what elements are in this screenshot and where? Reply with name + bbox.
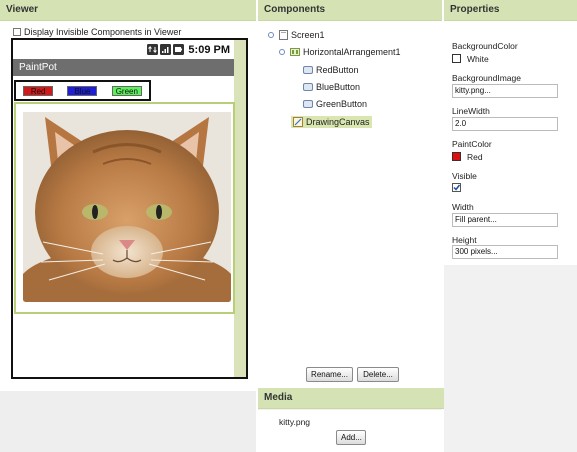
height-label: Height [452,235,477,245]
rename-button[interactable]: Rename... [306,367,353,382]
viewer-panel: Viewer Display Invisible Components in V… [0,0,256,452]
horizontal-arrangement-preview: Red Blue Green [14,80,151,101]
paint-color-value[interactable]: Red [467,152,483,162]
media-area: kitty.png Add... [258,410,442,452]
background-color-swatch[interactable] [452,54,461,63]
phone-preview: 5:09 PM PaintPot Red Blue Green [11,38,248,379]
add-media-button[interactable]: Add... [336,430,366,445]
components-tree-area [258,21,442,388]
width-label: Width [452,202,474,212]
horizontal-arrangement-icon [290,48,300,56]
visible-checkbox[interactable] [452,183,461,192]
tree-label-drawing-canvas: DrawingCanvas [306,117,370,127]
tree-label-green-button: GreenButton [316,99,368,109]
tree-label-screen1: Screen1 [291,30,325,40]
background-image-label: BackgroundImage [452,73,521,83]
properties-header: Properties [444,0,577,21]
width-field[interactable]: Fill parent... [452,213,558,227]
blue-button-preview[interactable]: Blue [67,85,98,96]
tree-item-blue-button[interactable]: BlueButton [303,82,360,92]
components-panel: Components Screen1 HorizontalArrangement… [258,0,448,452]
viewer-footer-area [0,391,256,452]
tree-item-drawing-canvas[interactable]: DrawingCanvas [291,116,372,128]
phone-status-bar: 5:09 PM [13,40,234,59]
battery-icon [173,44,185,55]
canvas-icon [293,117,303,127]
background-image-field[interactable]: kitty.png... [452,84,558,98]
tree-item-screen1[interactable]: Screen1 [268,30,325,40]
components-header: Components [258,0,442,21]
green-button-preview[interactable]: Green [111,85,142,96]
collapse-toggle-icon[interactable] [268,32,274,38]
tree-item-green-button[interactable]: GreenButton [303,99,367,109]
tree-item-red-button[interactable]: RedButton [303,65,359,75]
visible-label: Visible [452,171,477,181]
drawing-canvas-preview[interactable] [14,102,235,314]
paint-color-swatch[interactable] [452,152,461,161]
collapse-toggle-icon[interactable] [279,49,285,55]
cat-image [23,112,231,302]
phone-scrollbar [234,40,246,377]
selected-highlight: DrawingCanvas [291,116,372,128]
display-invisible-row[interactable]: Display Invisible Components in Viewer [13,27,181,37]
display-invisible-label: Display Invisible Components in Viewer [24,27,182,37]
paint-color-label: PaintColor [452,139,492,149]
button-icon [303,83,313,91]
line-width-label: LineWidth [452,106,490,116]
display-invisible-checkbox[interactable] [13,28,21,36]
status-time: 5:09 PM [188,43,230,56]
button-icon [303,100,313,108]
data-transfer-icon [147,44,159,55]
line-width-field[interactable]: 2.0 [452,117,558,131]
screen-icon [279,30,288,40]
signal-icon [160,44,172,55]
button-icon [303,66,313,74]
tree-item-horizontal-arrangement[interactable]: HorizontalArrangement1 [279,47,401,57]
height-field[interactable]: 300 pixels... [452,245,558,259]
tree-label-blue-button: BlueButton [316,82,361,92]
media-header: Media [258,388,448,409]
media-file-kitty[interactable]: kitty.png [279,417,310,427]
background-color-label: BackgroundColor [452,41,518,51]
properties-panel: Properties BackgroundColor White Backgro… [444,0,577,452]
app-title-bar: PaintPot [13,59,234,76]
delete-button[interactable]: Delete... [357,367,399,382]
tree-label-horizontal-arrangement: HorizontalArrangement1 [303,47,401,57]
tree-label-red-button: RedButton [316,65,359,75]
background-color-value[interactable]: White [467,54,489,64]
viewer-header: Viewer [0,0,256,21]
red-button-preview[interactable]: Red [23,85,54,96]
